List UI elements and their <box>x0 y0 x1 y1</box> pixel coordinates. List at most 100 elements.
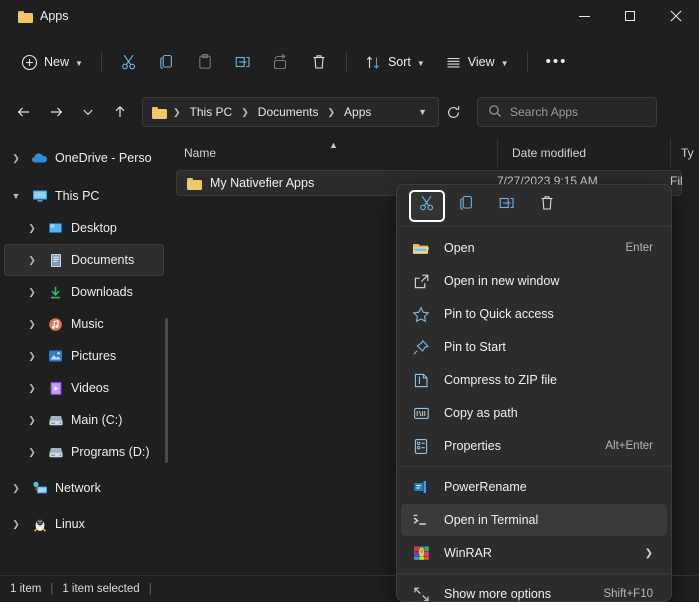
search-input[interactable]: Search Apps <box>510 105 578 119</box>
context-copy-button[interactable] <box>449 190 485 222</box>
sort-ascending-icon: ▲ <box>329 140 338 150</box>
file-name: My Nativefier Apps <box>210 176 314 190</box>
context-menu-label: Open in Terminal <box>444 513 653 527</box>
view-button[interactable]: View ▼ <box>436 46 518 78</box>
toolbar-divider-3 <box>527 52 528 72</box>
context-menu-item-open[interactable]: Open Enter <box>401 232 667 264</box>
open-new-window-icon <box>411 272 431 290</box>
context-menu-item-copy-as-path[interactable]: Copy as path <box>401 397 667 429</box>
breadcrumb-separator: ❯ <box>240 107 250 118</box>
sidebar-item-music[interactable]: ❯ Music <box>4 308 164 340</box>
sort-button-label: Sort <box>388 55 411 69</box>
breadcrumb-this-pc[interactable]: This PC <box>185 103 238 121</box>
expander-chevron-icon[interactable]: ❯ <box>8 483 24 494</box>
copy-path-icon <box>411 404 431 422</box>
search-box[interactable]: Search Apps <box>477 97 657 127</box>
breadcrumb-apps[interactable]: Apps <box>339 103 376 121</box>
status-separator: | <box>50 583 53 595</box>
status-separator-2: | <box>149 583 152 595</box>
refresh-button[interactable] <box>439 98 467 126</box>
context-menu-item-open-in-terminal[interactable]: Open in Terminal <box>401 504 667 536</box>
onedrive-icon <box>31 150 48 166</box>
column-header-type[interactable]: Ty <box>670 138 699 168</box>
sidebar-item-label: Desktop <box>71 221 117 235</box>
close-button[interactable] <box>653 0 699 32</box>
expander-chevron-icon[interactable]: ❯ <box>24 223 40 234</box>
expander-chevron-icon[interactable]: ❯ <box>24 447 40 458</box>
expander-chevron-icon[interactable]: ❯ <box>8 519 24 530</box>
sidebar-item-this-pc[interactable]: ▼ This PC <box>4 180 164 212</box>
chevron-down-icon[interactable]: ▼ <box>413 107 432 117</box>
context-cut-button[interactable] <box>409 190 445 222</box>
sidebar-item-network[interactable]: ❯ Network <box>4 472 164 504</box>
expander-chevron-icon[interactable]: ❯ <box>24 319 40 330</box>
context-delete-button[interactable] <box>529 190 565 222</box>
address-bar[interactable]: ❯ This PC ❯ Documents ❯ Apps ▼ <box>142 97 439 127</box>
sidebar-item-linux[interactable]: ❯ Linux <box>4 508 164 540</box>
sidebar-item-videos[interactable]: ❯ Videos <box>4 372 164 404</box>
context-menu-item-pin-to-start[interactable]: Pin to Start <box>401 331 667 363</box>
column-header-date-modified[interactable]: Date modified <box>497 138 670 168</box>
back-button[interactable] <box>8 96 40 128</box>
copy-button[interactable] <box>149 46 185 78</box>
minimize-icon <box>579 16 590 17</box>
expander-chevron-icon[interactable]: ▼ <box>8 191 24 201</box>
up-button[interactable] <box>104 96 136 128</box>
view-button-label: View <box>468 55 495 69</box>
context-menu-label: Copy as path <box>444 406 653 420</box>
column-header-name[interactable]: ▲ Name <box>170 138 497 168</box>
sort-button[interactable]: Sort ▼ <box>356 46 434 78</box>
context-menu-item-pin-to-quick-access[interactable]: Pin to Quick access <box>401 298 667 330</box>
context-menu-item-powerrename[interactable]: PowerRename <box>401 471 667 503</box>
explorer-tab-apps[interactable]: Apps <box>10 0 77 32</box>
recent-locations-button[interactable] <box>72 96 104 128</box>
expander-chevron-icon[interactable]: ❯ <box>24 255 40 266</box>
forward-button[interactable] <box>40 96 72 128</box>
breadcrumb-documents[interactable]: Documents <box>253 103 324 121</box>
linux-icon <box>31 516 48 532</box>
context-menu-label: Open <box>444 241 626 255</box>
paste-button[interactable] <box>187 46 223 78</box>
share-button[interactable] <box>263 46 299 78</box>
sidebar-scrollbar-thumb[interactable] <box>165 318 168 463</box>
expander-chevron-icon[interactable]: ❯ <box>24 383 40 394</box>
navigation-pane: ❯ OneDrive - Perso ▼ This PC ❯ <box>0 138 170 575</box>
context-menu-label: PowerRename <box>444 480 653 494</box>
column-header-row: ▲ Name Date modified Ty <box>170 138 699 168</box>
expander-chevron-icon[interactable]: ❯ <box>24 415 40 426</box>
folder-open-icon <box>411 239 431 257</box>
status-bar: 1 item | 1 item selected | <box>0 575 699 602</box>
context-menu-quick-actions <box>397 185 671 227</box>
context-rename-button[interactable] <box>489 190 525 222</box>
see-more-button[interactable]: ••• <box>537 46 577 78</box>
sidebar-item-main-c[interactable]: ❯ Main (C:) <box>4 404 164 436</box>
sidebar-item-desktop[interactable]: ❯ Desktop <box>4 212 164 244</box>
context-menu-item-open-in-new-window[interactable]: Open in new window <box>401 265 667 297</box>
context-menu-item-compress-to-zip[interactable]: Compress to ZIP file <box>401 364 667 396</box>
title-bar: Apps <box>0 0 699 32</box>
maximize-button[interactable] <box>607 0 653 32</box>
new-button[interactable]: New ▼ <box>12 46 92 78</box>
sidebar-item-downloads[interactable]: ❯ Downloads <box>4 276 164 308</box>
context-menu-label: WinRAR <box>444 546 645 560</box>
column-header-label: Name <box>184 146 216 160</box>
delete-button[interactable] <box>301 46 337 78</box>
expander-chevron-icon[interactable]: ❯ <box>8 153 24 164</box>
context-menu-item-properties[interactable]: Properties Alt+Enter <box>401 430 667 462</box>
rename-button[interactable] <box>225 46 261 78</box>
sidebar-item-onedrive[interactable]: ❯ OneDrive - Perso <box>4 142 164 174</box>
breadcrumb-separator: ❯ <box>172 107 182 118</box>
maximize-icon <box>625 11 635 21</box>
chevron-down-icon: ▼ <box>417 59 425 68</box>
sidebar-item-pictures[interactable]: ❯ Pictures <box>4 340 164 372</box>
cut-button[interactable] <box>111 46 147 78</box>
expander-chevron-icon[interactable]: ❯ <box>24 351 40 362</box>
context-menu-item-winrar[interactable]: WinRAR ❯ <box>401 537 667 569</box>
context-menu-label: Open in new window <box>444 274 653 288</box>
ellipsis-icon: ••• <box>546 57 568 67</box>
minimize-button[interactable] <box>561 0 607 32</box>
expander-chevron-icon[interactable]: ❯ <box>24 287 40 298</box>
sidebar-item-documents[interactable]: ❯ Documents <box>4 244 164 276</box>
paste-icon <box>196 53 214 71</box>
sidebar-item-programs-d[interactable]: ❯ Programs (D:) <box>4 436 164 468</box>
